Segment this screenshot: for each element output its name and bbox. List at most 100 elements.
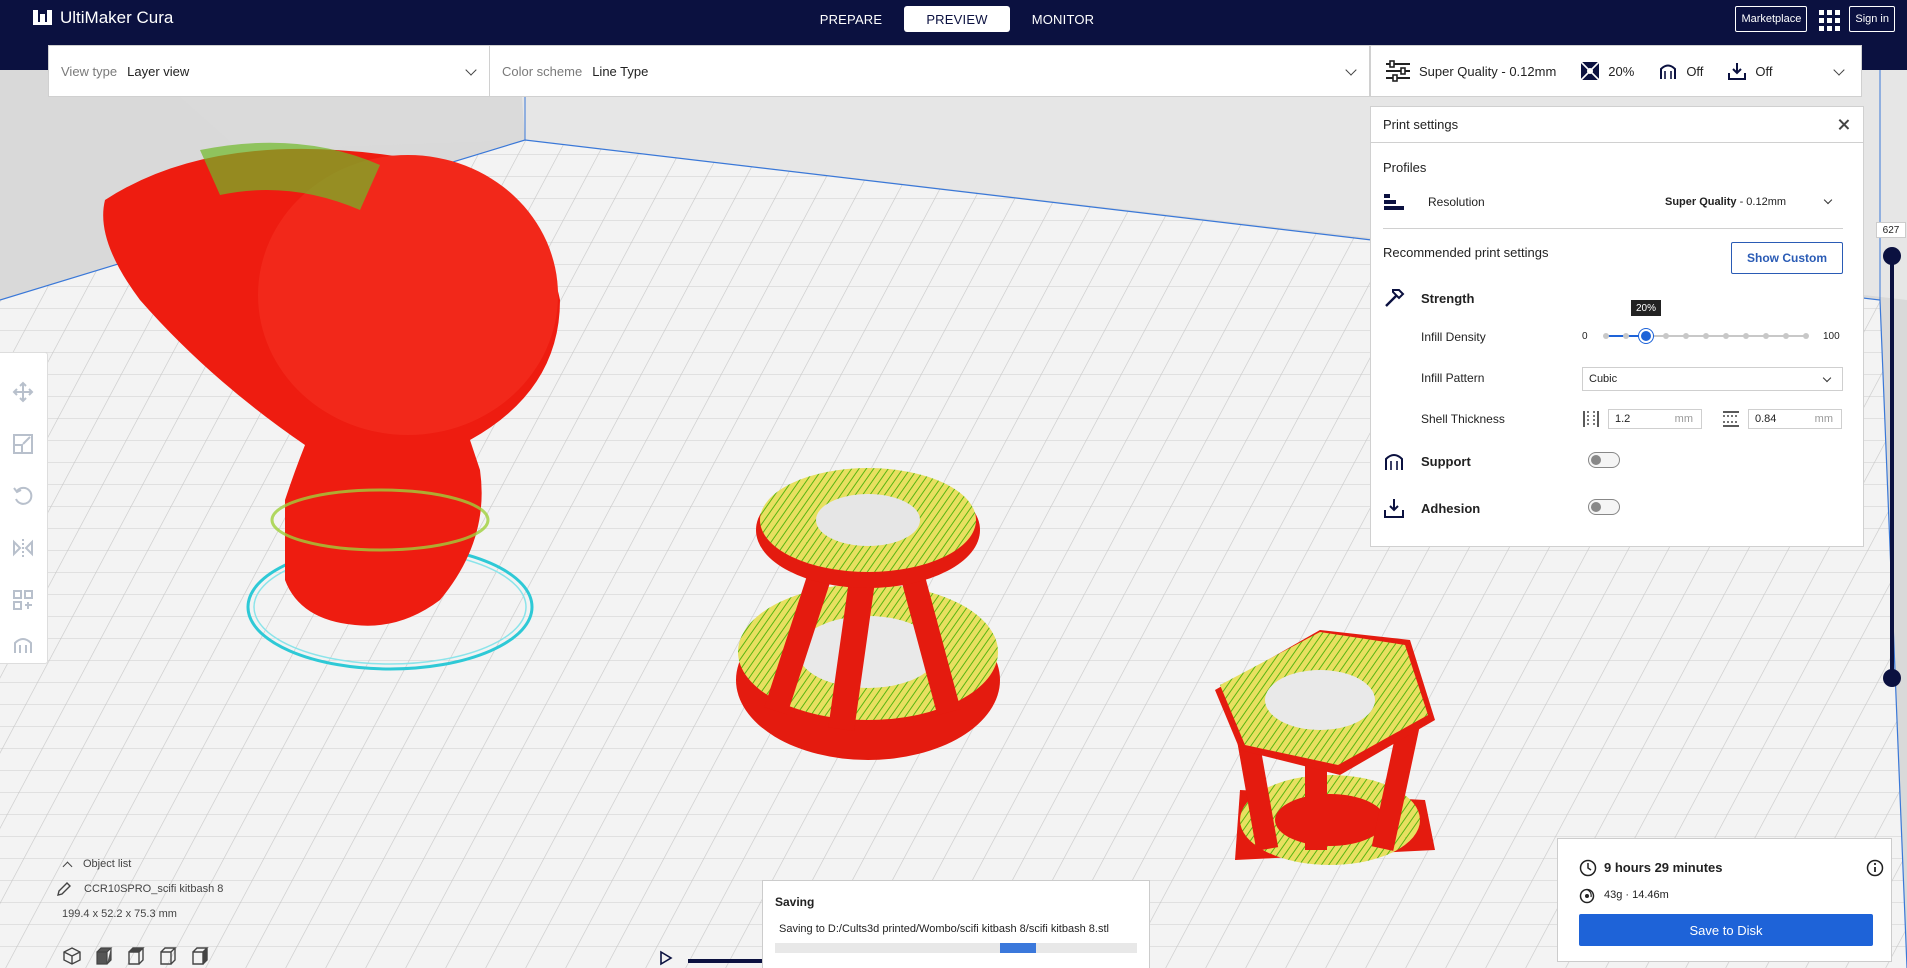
mirror-tool[interactable] bbox=[10, 535, 36, 561]
object-dimensions-row: 199.4 x 52.2 x 75.3 mm bbox=[56, 908, 223, 920]
adhesion-toggle[interactable] bbox=[1588, 499, 1620, 515]
chevron-down-icon bbox=[1823, 195, 1833, 205]
show-custom-button[interactable]: Show Custom bbox=[1731, 242, 1843, 274]
layer-playback bbox=[658, 950, 674, 968]
header-actions: Marketplace Sign in bbox=[1735, 6, 1895, 32]
close-icon[interactable] bbox=[1835, 116, 1853, 134]
infill-density-slider[interactable]: 20% bbox=[1603, 300, 1809, 347]
3d-view-icon[interactable] bbox=[62, 946, 82, 966]
hammer-icon bbox=[1385, 289, 1405, 307]
chevron-down-icon bbox=[465, 64, 477, 76]
sign-in-button[interactable]: Sign in bbox=[1849, 6, 1895, 32]
resolution-icon bbox=[1384, 194, 1404, 210]
support-summary-value: Off bbox=[1686, 63, 1704, 79]
chevron-down-icon bbox=[1345, 64, 1357, 76]
slider-tick bbox=[1723, 333, 1729, 339]
object-name: CCR10SPRO_scifi kitbash 8 bbox=[84, 883, 224, 895]
slider-tick bbox=[1683, 333, 1689, 339]
layer-slider-top-handle[interactable] bbox=[1883, 247, 1901, 265]
adhesion-icon bbox=[1728, 63, 1747, 80]
view-options-bar: View type Layer view Color scheme Line T… bbox=[48, 45, 1370, 97]
resolution-label: Resolution bbox=[1428, 195, 1485, 209]
object-list-label: Object list bbox=[83, 858, 132, 870]
pencil-icon bbox=[57, 882, 71, 896]
right-view-icon[interactable] bbox=[190, 946, 210, 966]
color-scheme-value: Line Type bbox=[592, 63, 649, 79]
play-icon[interactable] bbox=[658, 950, 674, 966]
adhesion-summary: Off bbox=[1727, 61, 1773, 81]
top-bottom-thickness-icon bbox=[1723, 411, 1739, 427]
print-time: 9 hours 29 minutes bbox=[1604, 860, 1723, 875]
layer-slider-bottom-handle[interactable] bbox=[1883, 669, 1901, 687]
slider-tick bbox=[1603, 333, 1609, 339]
chevron-down-icon bbox=[1822, 373, 1832, 383]
print-settings-header[interactable]: Super Quality - 0.12mm 20% Off Off bbox=[1370, 45, 1862, 97]
apps-grid-icon[interactable] bbox=[1817, 8, 1841, 31]
object-row[interactable]: CCR10SPRO_scifi kitbash 8 bbox=[56, 881, 223, 897]
saving-progress-indicator bbox=[1000, 943, 1036, 953]
front-view-icon[interactable] bbox=[94, 946, 114, 966]
resolution-value-name: Super Quality bbox=[1665, 196, 1737, 208]
saving-text: Saving to D:/Cults3d printed/Wombo/scifi… bbox=[779, 923, 1109, 935]
strength-label: Strength bbox=[1421, 291, 1475, 306]
view-type-label: View type bbox=[61, 63, 118, 79]
rotate-icon bbox=[13, 486, 33, 505]
wall-thickness-unit: mm bbox=[1674, 413, 1693, 425]
material-usage: 43g · 14.46m bbox=[1604, 889, 1669, 901]
infill-pattern-select[interactable]: Cubic bbox=[1582, 367, 1843, 391]
divider bbox=[1383, 228, 1843, 229]
move-tool[interactable] bbox=[10, 379, 36, 405]
slider-handle[interactable] bbox=[1639, 329, 1653, 343]
marketplace-button[interactable]: Marketplace bbox=[1735, 6, 1808, 32]
profiles-label: Profiles bbox=[1383, 160, 1427, 175]
resolution-value-layer: - 0.12mm bbox=[1736, 196, 1787, 208]
saving-message: Saving Saving to D:/Cults3d printed/Womb… bbox=[762, 880, 1150, 968]
view-type-select[interactable]: View type Layer view bbox=[49, 46, 489, 96]
recommended-label: Recommended print settings bbox=[1383, 245, 1549, 260]
wall-thickness-input[interactable]: 1.2 mm bbox=[1608, 409, 1702, 429]
left-view-icon[interactable] bbox=[158, 946, 178, 966]
adhesion-icon bbox=[1384, 499, 1404, 518]
support-icon bbox=[1385, 454, 1403, 470]
panel-title: Print settings bbox=[1371, 107, 1863, 143]
layer-slider[interactable] bbox=[1890, 253, 1894, 681]
tab-preview[interactable]: PREVIEW bbox=[904, 6, 1010, 32]
save-to-disk-button[interactable]: Save to Disk bbox=[1579, 914, 1873, 946]
top-bottom-thickness-input[interactable]: 0.84 mm bbox=[1748, 409, 1842, 429]
support-toggle[interactable] bbox=[1588, 452, 1620, 468]
chevron-up-icon bbox=[62, 861, 73, 871]
support-blocker-icon bbox=[14, 638, 32, 653]
slider-tick bbox=[1663, 333, 1669, 339]
object-list-toggle[interactable]: Object list bbox=[56, 858, 223, 871]
adhesion-summary-value: Off bbox=[1755, 63, 1773, 79]
move-icon bbox=[12, 381, 34, 403]
tab-prepare[interactable]: PREPARE bbox=[798, 6, 904, 32]
infill-tooltip: 20% bbox=[1631, 300, 1661, 316]
profile-summary-value: Super Quality - 0.12mm bbox=[1419, 63, 1557, 79]
stage-tabs: PREPARE PREVIEW MONITOR bbox=[798, 6, 1116, 32]
color-scheme-select[interactable]: Color scheme Line Type bbox=[489, 46, 1369, 96]
top-view-icon[interactable] bbox=[126, 946, 146, 966]
path-slider[interactable] bbox=[688, 959, 768, 963]
support-blocker-tool[interactable] bbox=[10, 631, 36, 657]
clock-icon bbox=[1579, 859, 1597, 877]
rotate-tool[interactable] bbox=[10, 483, 36, 509]
spool-icon bbox=[1579, 888, 1595, 904]
tab-monitor[interactable]: MONITOR bbox=[1010, 6, 1116, 32]
info-icon[interactable] bbox=[1866, 859, 1884, 877]
color-scheme-label: Color scheme bbox=[502, 63, 583, 79]
view-type-value: Layer view bbox=[127, 63, 190, 79]
scale-tool[interactable] bbox=[10, 431, 36, 457]
infill-summary: 20% bbox=[1580, 61, 1634, 81]
app-name: UltiMaker Cura bbox=[60, 8, 174, 27]
resolution-select[interactable]: Super Quality - 0.12mm bbox=[1659, 190, 1843, 214]
per-model-settings-tool[interactable] bbox=[10, 587, 36, 613]
sliders-icon bbox=[1386, 60, 1410, 82]
per-model-settings-icon bbox=[13, 590, 33, 610]
infill-density-label: Infill Density bbox=[1421, 330, 1486, 344]
infill-icon bbox=[1580, 61, 1600, 81]
slider-tick bbox=[1763, 333, 1769, 339]
camera-views bbox=[62, 946, 210, 966]
app-logo: UltiMaker Cura bbox=[32, 8, 173, 28]
slider-tick bbox=[1703, 333, 1709, 339]
